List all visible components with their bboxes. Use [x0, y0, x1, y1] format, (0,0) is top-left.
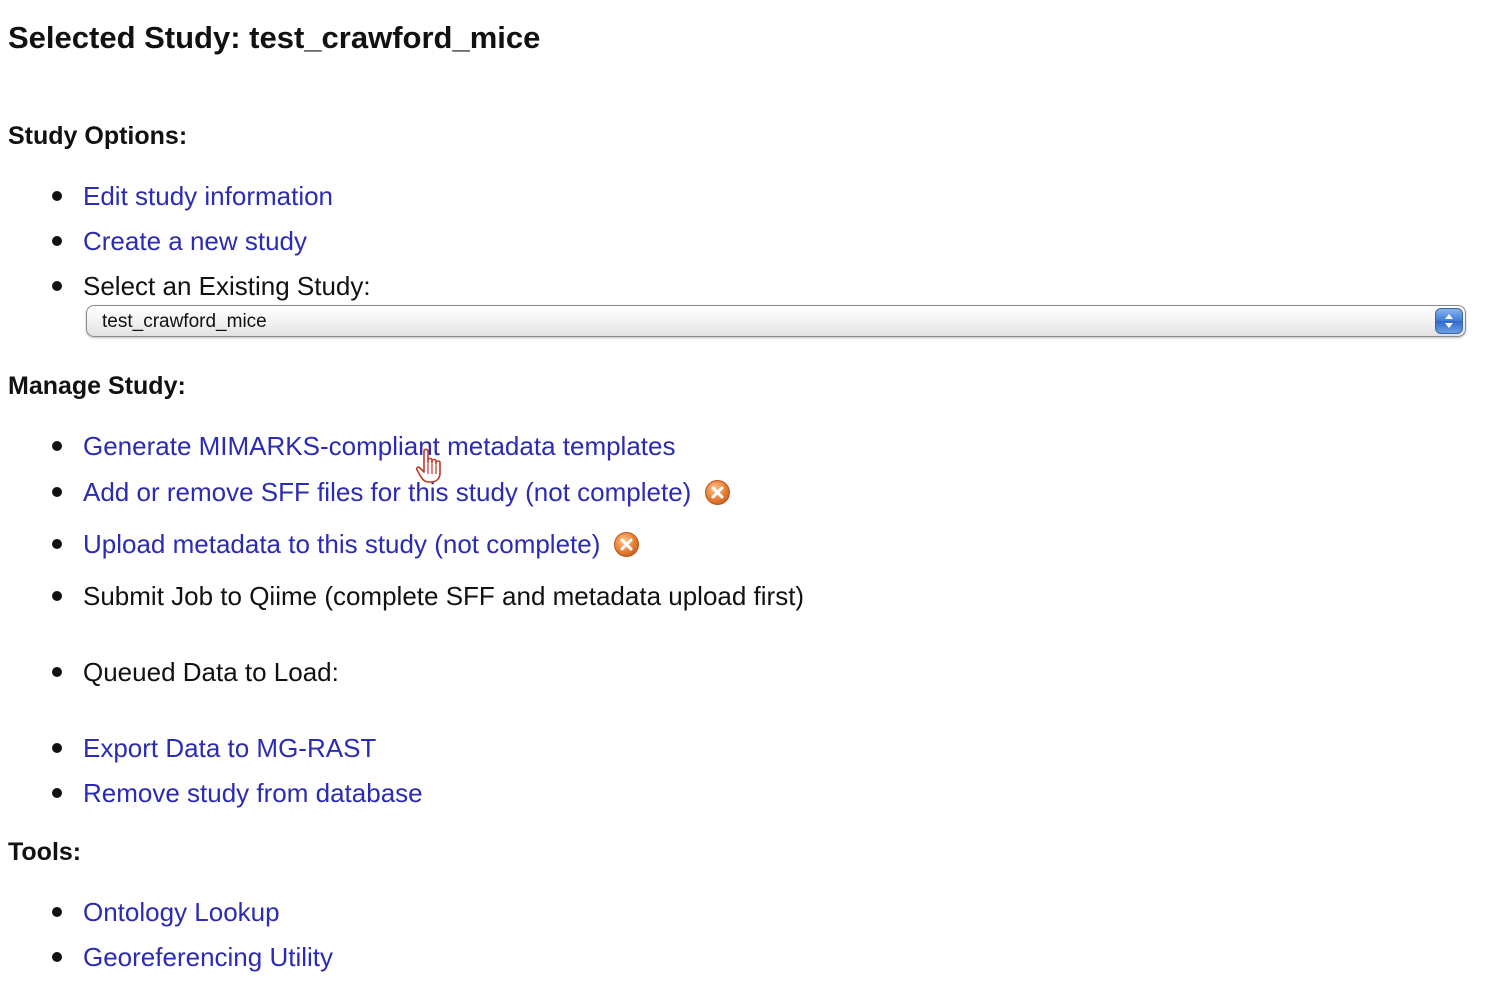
- bullet: [52, 441, 62, 451]
- edit-study-link[interactable]: Edit study information: [83, 180, 333, 212]
- study-options-heading: Study Options:: [8, 122, 188, 150]
- list-item-queued-data: Queued Data to Load:: [52, 652, 339, 692]
- list-item-generate-templates: Generate MIMARKS-compliant metadata temp…: [52, 426, 675, 466]
- upload-metadata-link[interactable]: Upload metadata to this study (not compl…: [83, 528, 600, 560]
- remove-study-link[interactable]: Remove study from database: [83, 777, 423, 809]
- queued-data-label: Queued Data to Load:: [83, 657, 339, 687]
- bullet: [52, 952, 62, 962]
- bullet: [52, 667, 62, 677]
- tools-heading: Tools:: [8, 838, 82, 866]
- list-item-export: Export Data to MG-RAST: [52, 728, 376, 768]
- manage-study-heading: Manage Study:: [8, 372, 186, 400]
- list-item-create-study: Create a new study: [52, 221, 307, 261]
- list-item-upload-metadata: Upload metadata to this study (not compl…: [52, 524, 640, 564]
- bullet: [52, 539, 62, 549]
- bullet: [52, 591, 62, 601]
- bullet: [52, 191, 62, 201]
- bullet: [52, 236, 62, 246]
- study-select-dropdown[interactable]: test_crawford_mice: [86, 305, 1466, 337]
- list-item-remove-study: Remove study from database: [52, 773, 423, 813]
- create-study-link[interactable]: Create a new study: [83, 225, 307, 257]
- incomplete-x-icon: [613, 531, 640, 558]
- bullet: [52, 487, 62, 497]
- list-item-ontology: Ontology Lookup: [52, 892, 280, 932]
- list-item-georeferencing: Georeferencing Utility: [52, 937, 333, 977]
- list-item-select-study: Select an Existing Study:: [52, 266, 371, 306]
- bullet: [52, 788, 62, 798]
- ontology-lookup-link[interactable]: Ontology Lookup: [83, 896, 280, 928]
- page-title: Selected Study: test_crawford_mice: [8, 20, 541, 55]
- sff-files-link[interactable]: Add or remove SFF files for this study (…: [83, 476, 691, 508]
- select-study-label: Select an Existing Study:: [83, 271, 371, 301]
- bullet: [52, 281, 62, 291]
- list-item-edit-study: Edit study information: [52, 176, 333, 216]
- select-arrows-icon[interactable]: [1435, 308, 1463, 334]
- generate-templates-link[interactable]: Generate MIMARKS-compliant metadata temp…: [83, 430, 675, 462]
- bullet: [52, 907, 62, 917]
- study-select-value: test_crawford_mice: [102, 311, 267, 332]
- submit-job-text: Submit Job to Qiime (complete SFF and me…: [83, 581, 805, 611]
- list-item-sff-files: Add or remove SFF files for this study (…: [52, 472, 731, 512]
- georeferencing-utility-link[interactable]: Georeferencing Utility: [83, 941, 333, 973]
- list-item-submit-job: Submit Job to Qiime (complete SFF and me…: [52, 576, 804, 616]
- export-mg-rast-link[interactable]: Export Data to MG-RAST: [83, 732, 376, 764]
- incomplete-x-icon: [704, 479, 731, 506]
- bullet: [52, 743, 62, 753]
